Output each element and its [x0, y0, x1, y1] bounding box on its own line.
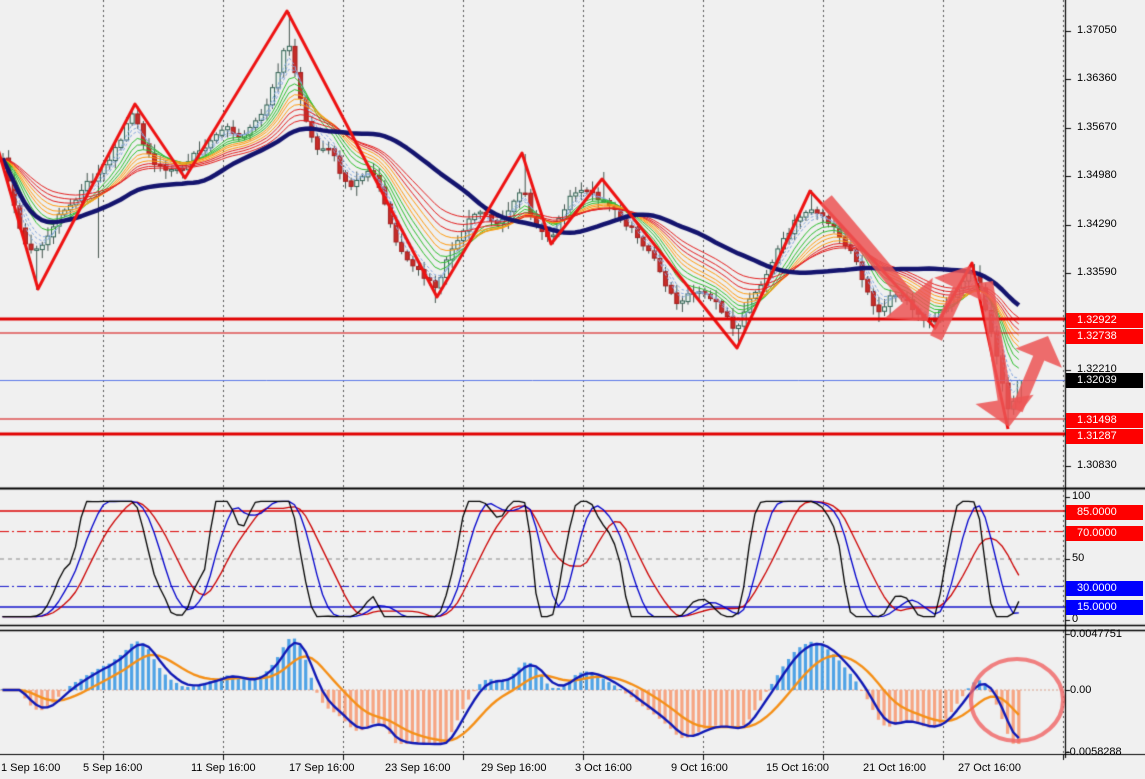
chart-canvas[interactable]	[0, 0, 1145, 779]
price-tick-label: 1.35670	[1077, 121, 1117, 133]
time-axis-label: 11 Sep 16:00	[191, 762, 256, 774]
time-axis-label: 21 Oct 16:00	[863, 762, 926, 774]
price-badge: 1.32039	[1066, 373, 1143, 388]
oscillator-level-badge: 30.0000	[1066, 581, 1143, 596]
oscillator-level-badge: 85.0000	[1066, 505, 1143, 520]
macd-tick-label: 0.0047751	[1070, 628, 1122, 640]
macd-tick-label: -0.0058288	[1066, 746, 1122, 758]
time-axis-label: 17 Sep 16:00	[289, 762, 354, 774]
time-axis-label: 5 Sep 16:00	[83, 762, 142, 774]
price-tick-label: 1.30830	[1077, 459, 1117, 471]
time-axis-label: 1 Sep 16:00	[1, 762, 60, 774]
time-axis-label: 3 Oct 16:00	[575, 762, 632, 774]
oscillator-level-badge: 15.0000	[1066, 600, 1143, 615]
time-axis-label: 29 Sep 16:00	[481, 762, 546, 774]
macd-tick-label: 0.00	[1070, 684, 1091, 696]
oscillator-tick-label: 0	[1072, 613, 1078, 625]
oscillator-tick-label: 50	[1072, 552, 1084, 564]
price-tick-label: 1.37050	[1077, 24, 1117, 36]
price-badge: 1.32738	[1066, 329, 1143, 344]
time-axis-label: 9 Oct 16:00	[671, 762, 728, 774]
price-badge: 1.31498	[1066, 413, 1143, 428]
oscillator-tick-label: 100	[1072, 490, 1090, 502]
time-axis-label: 23 Sep 16:00	[385, 762, 450, 774]
mt4-chart-window: 1.37050 1.36360 1.35670 1.34980 1.34290 1.335…	[0, 0, 1145, 779]
time-axis-label: 15 Oct 16:00	[766, 762, 829, 774]
price-tick-label: 1.34980	[1077, 169, 1117, 181]
price-badge: 1.32922	[1066, 313, 1143, 328]
price-tick-label: 1.33590	[1077, 266, 1117, 278]
price-tick-label: 1.34290	[1077, 218, 1117, 230]
oscillator-level-badge: 70.0000	[1066, 526, 1143, 541]
time-axis-label: 27 Oct 16:00	[958, 762, 1021, 774]
price-badge: 1.31287	[1066, 429, 1143, 444]
price-tick-label: 1.36360	[1077, 72, 1117, 84]
